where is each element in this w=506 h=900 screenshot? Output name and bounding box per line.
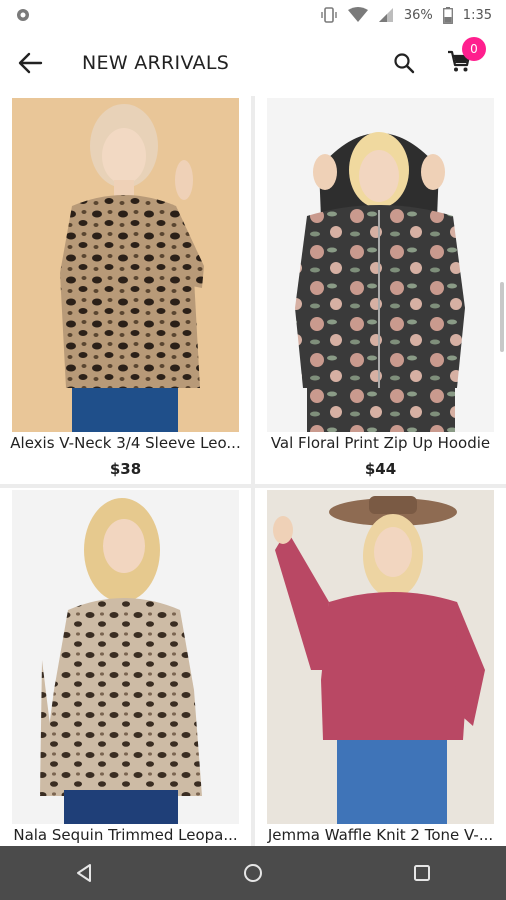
recents-square-icon[interactable] — [411, 862, 433, 884]
cart-button[interactable]: 0 — [446, 37, 486, 78]
back-triangle-icon[interactable] — [73, 862, 95, 884]
clock: 1:35 — [462, 7, 492, 23]
product-price: $38 — [109, 460, 142, 478]
product-name[interactable]: Nala Sequin Trimmed Leopa... — [0, 826, 251, 844]
product-image[interactable] — [12, 490, 239, 824]
scrollbar[interactable] — [500, 282, 504, 352]
product-image[interactable] — [267, 490, 494, 824]
battery-percent: 36% — [403, 7, 433, 23]
battery-icon — [442, 6, 453, 24]
search-icon[interactable] — [392, 51, 416, 75]
wifi-icon — [347, 7, 368, 22]
back-arrow-icon[interactable] — [16, 49, 44, 77]
product-card[interactable]: Alexis V-Neck 3/4 Sleeve Leo... $38 — [0, 96, 251, 484]
system-nav-bar — [0, 846, 506, 900]
status-bar: 36% 1:35 — [0, 0, 506, 30]
product-card[interactable]: Val Floral Print Zip Up Hoodie $44 — [255, 96, 506, 484]
vibrate-icon — [321, 7, 337, 23]
notification-icon — [17, 9, 29, 21]
product-name[interactable]: Val Floral Print Zip Up Hoodie — [255, 434, 506, 452]
product-name[interactable]: Alexis V-Neck 3/4 Sleeve Leo... — [0, 434, 251, 452]
product-card[interactable]: Nala Sequin Trimmed Leopa... — [0, 488, 251, 846]
cart-count-badge: 0 — [462, 37, 486, 61]
product-card[interactable]: Jemma Waffle Knit 2 Tone V-... — [255, 488, 506, 846]
product-image[interactable] — [12, 98, 239, 432]
signal-icon — [378, 8, 393, 22]
app-bar: NEW ARRIVALS 0 — [0, 30, 506, 96]
page-title: NEW ARRIVALS — [82, 52, 230, 74]
product-name[interactable]: Jemma Waffle Knit 2 Tone V-... — [255, 826, 506, 844]
product-grid[interactable]: Alexis V-Neck 3/4 Sleeve Leo... $38 Val … — [0, 96, 506, 846]
product-price: $44 — [364, 460, 397, 478]
home-circle-icon[interactable] — [242, 862, 264, 884]
product-image[interactable] — [267, 98, 494, 432]
